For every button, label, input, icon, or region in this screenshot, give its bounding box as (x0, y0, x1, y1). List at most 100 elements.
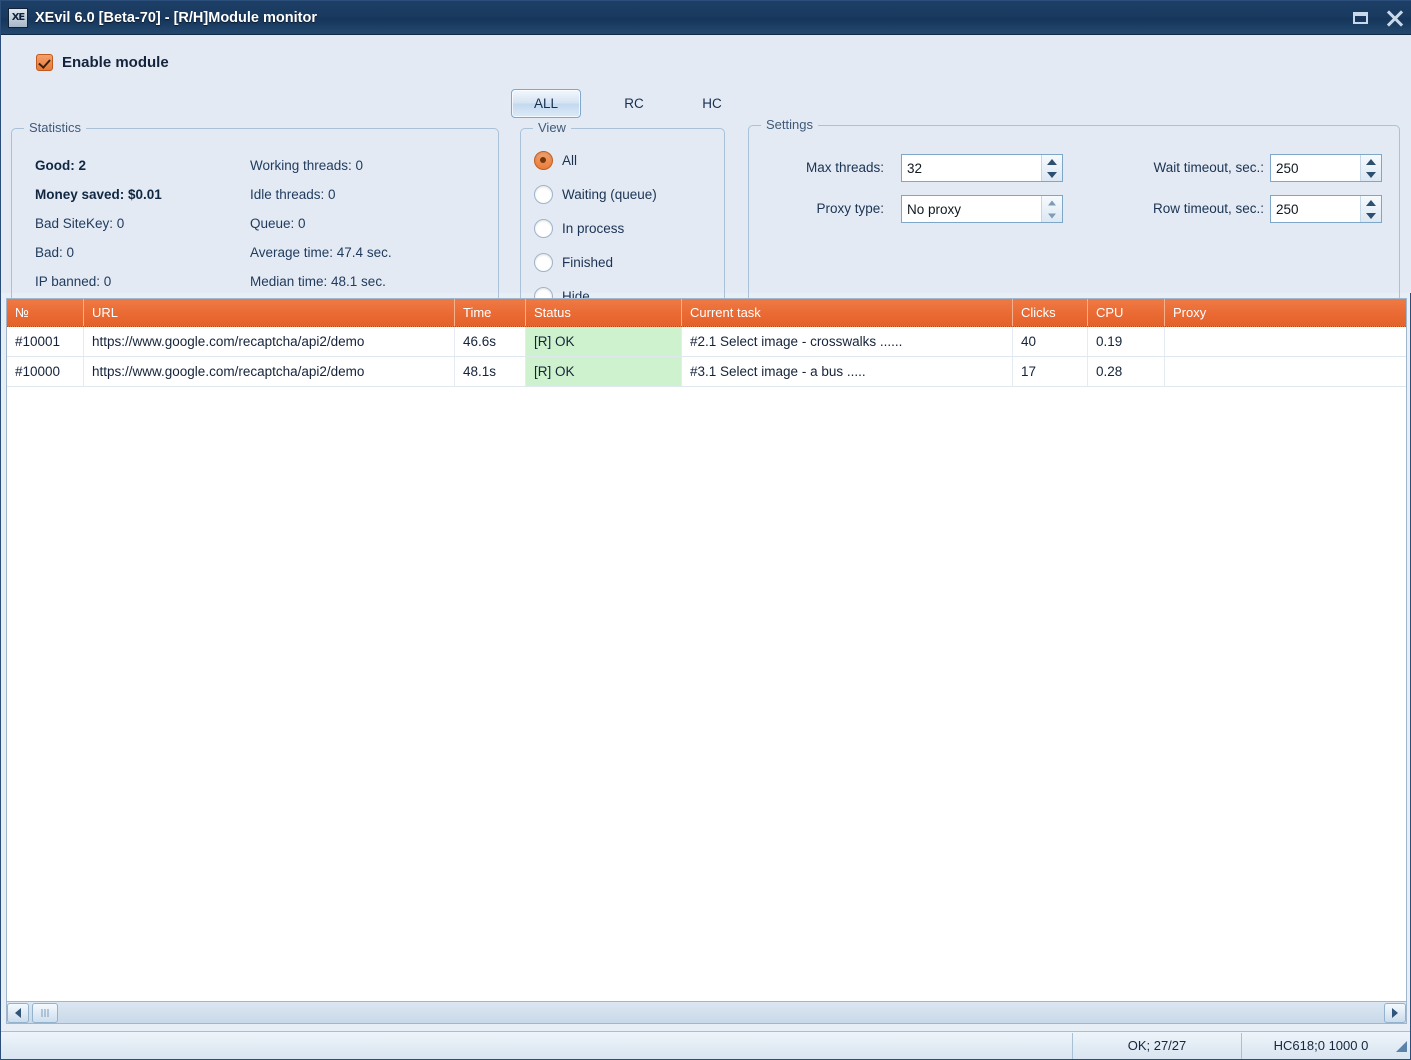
cell-time: 46.6s (455, 327, 526, 356)
view-option-waiting[interactable]: Waiting (queue) (534, 185, 657, 204)
scrollbar-thumb[interactable] (32, 1003, 58, 1023)
wait-timeout-input[interactable]: 250 (1270, 154, 1382, 182)
column-header-clicks[interactable]: Clicks (1013, 299, 1088, 326)
radio-in-process-icon[interactable] (534, 219, 553, 238)
tab-hc[interactable]: HC (685, 90, 739, 117)
view-group: View All Waiting (queue) In process Fini… (520, 128, 725, 314)
stat-bad: Bad: 0 (35, 245, 74, 260)
view-option-in-process[interactable]: In process (534, 219, 624, 238)
status-bar: OK; 27/27 HC618;0 1000 0 (1, 1031, 1410, 1059)
stat-idle-threads: Idle threads: 0 (250, 187, 336, 202)
statistics-title: Statistics (24, 120, 86, 135)
view-option-in-process-label: In process (562, 221, 624, 236)
settings-title: Settings (761, 117, 818, 132)
row-timeout-up-icon[interactable] (1361, 196, 1381, 209)
tab-rc[interactable]: RC (607, 90, 661, 117)
cell-time: 48.1s (455, 357, 526, 386)
stat-average-time: Average time: 47.4 sec. (250, 245, 392, 260)
column-header-status[interactable]: Status (526, 299, 682, 326)
row-timeout-value: 250 (1271, 196, 1360, 222)
statistics-group: Statistics Good: 2 Money saved: $0.01 Ba… (11, 128, 499, 314)
scrollbar-track[interactable] (58, 1003, 1384, 1023)
row-timeout-stepper[interactable] (1360, 196, 1381, 222)
table-row[interactable]: #10000 https://www.google.com/recaptcha/… (7, 357, 1406, 387)
row-timeout-down-icon[interactable] (1361, 209, 1381, 222)
cell-cpu: 0.19 (1088, 327, 1165, 356)
column-header-cpu[interactable]: CPU (1088, 299, 1165, 326)
stat-queue: Queue: 0 (250, 216, 306, 231)
wait-timeout-stepper[interactable] (1360, 155, 1381, 181)
scroll-right-icon[interactable] (1384, 1003, 1406, 1023)
row-timeout-input[interactable]: 250 (1270, 195, 1382, 223)
max-threads-input[interactable]: 32 (901, 154, 1063, 182)
column-header-no[interactable]: № (7, 299, 84, 326)
enable-module-row[interactable]: Enable module (36, 54, 169, 71)
row-timeout-label: Row timeout, sec.: (1089, 201, 1264, 216)
max-threads-label: Max threads: (759, 160, 884, 175)
cell-clicks: 40 (1013, 327, 1088, 356)
cell-status: [R] OK (526, 327, 682, 356)
max-threads-stepper[interactable] (1041, 155, 1062, 181)
wait-timeout-down-icon[interactable] (1361, 168, 1381, 181)
max-threads-up-icon[interactable] (1042, 155, 1062, 168)
max-threads-down-icon[interactable] (1042, 168, 1062, 181)
tab-all[interactable]: ALL (511, 89, 581, 118)
view-title: View (533, 120, 571, 135)
stat-money-saved: Money saved: $0.01 (35, 187, 162, 202)
radio-finished-icon[interactable] (534, 253, 553, 272)
cell-current-task: #2.1 Select image - crosswalks ...... (682, 327, 1013, 356)
close-icon[interactable] (1384, 7, 1406, 29)
wait-timeout-label: Wait timeout, sec.: (1089, 160, 1264, 175)
resize-grip-icon[interactable] (1392, 1038, 1408, 1054)
window-controls (1350, 1, 1406, 35)
cell-cpu: 0.28 (1088, 357, 1165, 386)
view-option-all[interactable]: All (534, 151, 577, 170)
horizontal-scrollbar[interactable] (6, 1002, 1407, 1024)
stat-ip-banned: IP banned: 0 (35, 274, 111, 289)
enable-module-label: Enable module (62, 54, 169, 71)
wait-timeout-value: 250 (1271, 155, 1360, 181)
stat-good: Good: 2 (35, 158, 86, 173)
proxy-type-down-icon[interactable] (1042, 209, 1062, 222)
proxy-type-up-icon[interactable] (1042, 196, 1062, 209)
status-ok-counter: OK; 27/27 (1072, 1033, 1241, 1059)
enable-module-checkbox[interactable] (36, 54, 53, 71)
max-threads-value: 32 (902, 155, 1041, 181)
view-option-finished[interactable]: Finished (534, 253, 613, 272)
column-header-url[interactable]: URL (84, 299, 455, 326)
view-option-all-label: All (562, 153, 577, 168)
proxy-type-select[interactable]: No proxy (901, 195, 1063, 223)
tasks-table[interactable]: № URL Time Status Current task Clicks CP… (6, 298, 1407, 1002)
cell-status: [R] OK (526, 357, 682, 386)
cell-no: #10000 (7, 357, 84, 386)
stat-median-time: Median time: 48.1 sec. (250, 274, 386, 289)
stat-working-threads: Working threads: 0 (250, 158, 363, 173)
app-icon: XE (8, 8, 28, 28)
title-bar: XE XEvil 6.0 [Beta-70] - [R/H]Module mon… (1, 1, 1411, 35)
stat-bad-sitekey: Bad SiteKey: 0 (35, 216, 124, 231)
cell-url: https://www.google.com/recaptcha/api2/de… (84, 357, 455, 386)
window-title: XEvil 6.0 [Beta-70] - [R/H]Module monito… (35, 10, 317, 26)
proxy-type-value: No proxy (902, 196, 1041, 222)
column-header-current-task[interactable]: Current task (682, 299, 1013, 326)
cell-no: #10001 (7, 327, 84, 356)
column-header-proxy[interactable]: Proxy (1165, 299, 1406, 326)
proxy-type-stepper[interactable] (1041, 196, 1062, 222)
column-header-time[interactable]: Time (455, 299, 526, 326)
table-header-row: № URL Time Status Current task Clicks CP… (7, 299, 1406, 327)
settings-group: Settings Max threads: 32 Proxy type: No … (748, 125, 1400, 315)
scroll-left-icon[interactable] (7, 1003, 29, 1023)
restore-icon[interactable] (1350, 7, 1372, 29)
cell-clicks: 17 (1013, 357, 1088, 386)
radio-waiting-icon[interactable] (534, 185, 553, 204)
view-option-finished-label: Finished (562, 255, 613, 270)
app-window: XE XEvil 6.0 [Beta-70] - [R/H]Module mon… (0, 0, 1411, 1060)
proxy-type-label: Proxy type: (759, 201, 884, 216)
table-row[interactable]: #10001 https://www.google.com/recaptcha/… (7, 327, 1406, 357)
view-option-waiting-label: Waiting (queue) (562, 187, 657, 202)
wait-timeout-up-icon[interactable] (1361, 155, 1381, 168)
radio-all-icon[interactable] (534, 151, 553, 170)
cell-url: https://www.google.com/recaptcha/api2/de… (84, 327, 455, 356)
cell-current-task: #3.1 Select image - a bus ..... (682, 357, 1013, 386)
top-panel: Enable module ALL RC HC Statistics Good:… (1, 35, 1411, 293)
